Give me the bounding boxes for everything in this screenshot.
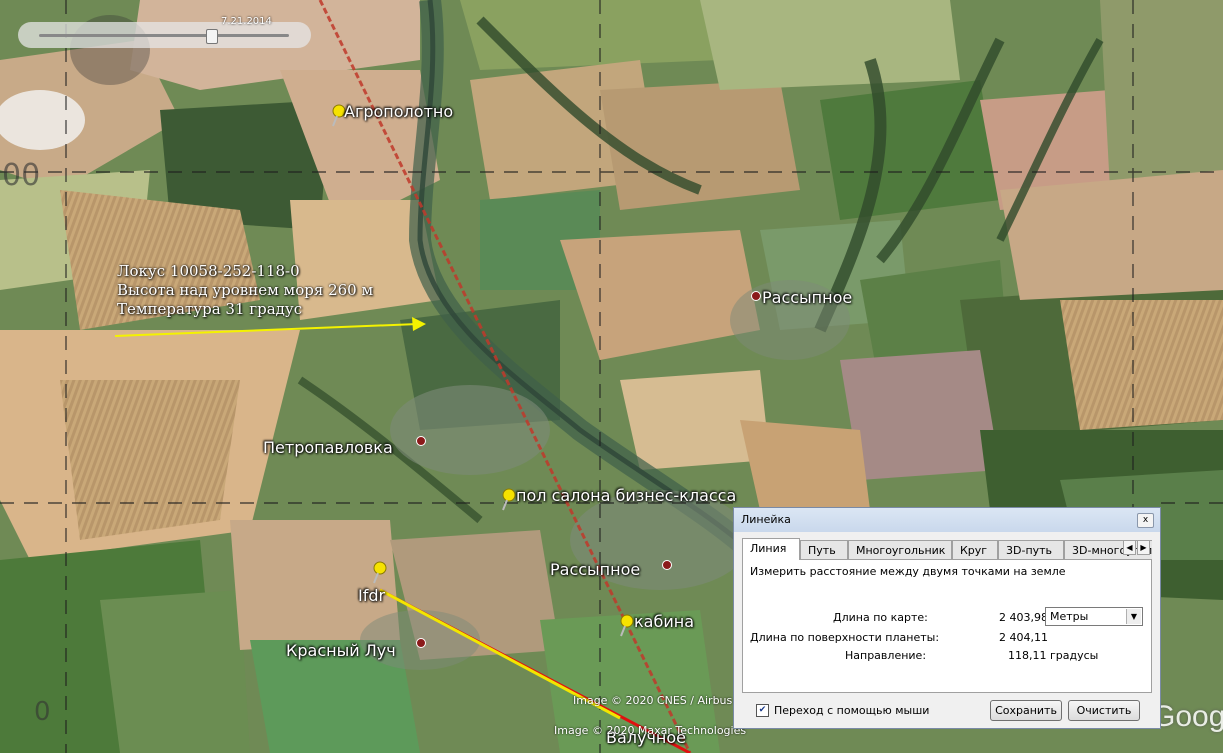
imagery-attribution: Image © 2020 CNES / Airbus xyxy=(573,694,733,707)
time-slider-track[interactable] xyxy=(39,34,289,37)
imagery-attribution: Image © 2020 Maxar Technologies xyxy=(554,724,747,737)
place-label-rassypnoe-center[interactable]: Рассыпное xyxy=(550,560,640,579)
heading-label: Направление: xyxy=(845,649,927,662)
map-length-label: Длина по карте: xyxy=(833,611,928,624)
time-slider-date: 7.21.2014 xyxy=(221,16,272,27)
tab-polygon[interactable]: Многоугольник xyxy=(848,540,952,559)
grid-label: 00 xyxy=(2,158,41,193)
place-label-rassypnoe[interactable]: Рассыпное xyxy=(762,288,852,307)
ruler-panel: Измерить расстояние между двумя точками … xyxy=(742,559,1152,693)
annotation-text: Локус 10058-252-118-0 Высота над уровнем… xyxy=(117,262,373,319)
mouse-nav-label: Переход с помощью мыши xyxy=(774,704,930,717)
ruler-dialog: Линейка x Линия Путь Многоугольник Круг … xyxy=(733,507,1161,729)
map-length-value: 2 403,98 xyxy=(999,611,1048,624)
tab-line[interactable]: Линия xyxy=(742,538,800,560)
clear-button[interactable]: Очистить xyxy=(1068,700,1140,721)
tab-scroll-left-icon[interactable]: ◀ xyxy=(1123,540,1136,555)
place-dot xyxy=(751,291,761,301)
place-label-ifdr[interactable]: Ifdr xyxy=(358,586,385,605)
ruler-tabs: Линия Путь Многоугольник Круг 3D-путь 3D… xyxy=(742,538,1152,560)
tab-scroll-right-icon[interactable]: ▶ xyxy=(1137,540,1150,555)
place-label-kabina[interactable]: кабина xyxy=(634,612,694,631)
annotation-line: Локус 10058-252-118-0 xyxy=(117,262,300,280)
ruler-description: Измерить расстояние между двумя точками … xyxy=(750,565,1066,578)
mouse-nav-checkbox[interactable]: ✔ xyxy=(756,704,769,717)
units-select[interactable]: Метры ▼ xyxy=(1045,607,1143,626)
annotation-line: Высота над уровнем моря 260 м xyxy=(117,281,374,299)
place-label-agropolotno[interactable]: Агрополотно xyxy=(344,102,453,121)
tab-3d-path[interactable]: 3D-путь xyxy=(998,540,1064,559)
units-selected: Метры xyxy=(1050,610,1089,623)
annotation-line: Температура 31 градус xyxy=(117,300,303,318)
chevron-down-icon[interactable]: ▼ xyxy=(1126,609,1141,624)
time-slider-thumb[interactable] xyxy=(206,29,218,44)
grid-label: 0 xyxy=(34,697,51,727)
place-dot xyxy=(416,638,426,648)
heading-value: 118,11 градусы xyxy=(1008,649,1099,662)
pin-icon[interactable] xyxy=(369,561,389,585)
tab-path[interactable]: Путь xyxy=(800,540,848,559)
place-label-petropavlovka[interactable]: Петропавловка xyxy=(263,438,393,457)
ground-length-label: Длина по поверхности планеты: xyxy=(750,631,940,644)
place-label-business-class[interactable]: пол салона бизнес-класса xyxy=(516,486,736,505)
pin-icon[interactable] xyxy=(616,614,636,638)
place-label-krasny-luch[interactable]: Красный Луч xyxy=(286,641,396,660)
tab-circle[interactable]: Круг xyxy=(952,540,998,559)
place-dot xyxy=(416,436,426,446)
ground-length-value: 2 404,11 xyxy=(999,631,1048,644)
google-logo: Google xyxy=(1152,700,1223,733)
place-dot xyxy=(662,560,672,570)
save-button[interactable]: Сохранить xyxy=(990,700,1062,721)
close-icon[interactable]: x xyxy=(1137,513,1154,528)
pin-icon[interactable] xyxy=(498,488,518,512)
dialog-title: Линейка xyxy=(741,513,791,526)
dialog-title-bar[interactable]: Линейка x xyxy=(734,508,1160,532)
